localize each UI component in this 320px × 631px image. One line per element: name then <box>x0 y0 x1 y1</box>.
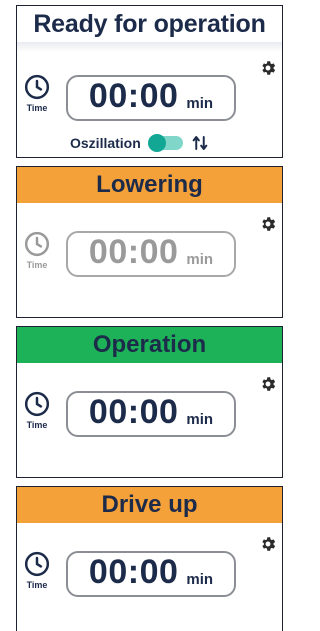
oscillation-toggle[interactable] <box>147 134 183 152</box>
time-indicator: Time <box>23 551 51 597</box>
status-panel-lowering: Lowering Time 00:00 min <box>16 166 283 318</box>
time-label: Time <box>26 103 48 113</box>
clock-icon <box>24 391 50 417</box>
clock-icon <box>24 551 50 577</box>
timer-value: 00:00 <box>88 233 179 271</box>
time-indicator: Time <box>23 74 51 120</box>
swap-vertical-icon <box>192 136 208 150</box>
panel-title: Drive up <box>17 487 282 523</box>
gear-icon[interactable] <box>259 535 277 553</box>
time-label: Time <box>26 420 48 430</box>
status-panel-ready: Ready for operation Time 00:00 min Oszil… <box>16 5 283 158</box>
panel-title: Lowering <box>17 167 282 203</box>
gear-icon[interactable] <box>259 215 277 233</box>
timer-unit: min <box>186 411 214 428</box>
timer-unit: min <box>186 251 214 268</box>
time-indicator: Time <box>23 391 51 437</box>
gear-icon[interactable] <box>259 59 277 77</box>
timer-value: 00:00 <box>88 553 179 591</box>
clock-icon <box>24 231 50 257</box>
timer-value: 00:00 <box>88 393 179 431</box>
timer-display: 00:00 min <box>66 75 236 121</box>
oscillation-label: Oszillation <box>70 135 141 151</box>
clock-icon <box>24 74 50 100</box>
timer-unit: min <box>186 571 214 588</box>
gear-icon[interactable] <box>259 375 277 393</box>
timer-unit: min <box>186 95 214 112</box>
timer-display: 00:00 min <box>66 551 236 597</box>
timer-value: 00:00 <box>88 77 179 115</box>
time-label: Time <box>26 260 48 270</box>
oscillation-control: Oszillation <box>70 134 209 152</box>
time-indicator: Time <box>23 231 51 277</box>
header-divider <box>17 42 282 52</box>
status-panel-operation: Operation Time 00:00 min <box>16 326 283 478</box>
panel-title: Operation <box>17 327 282 363</box>
panel-title: Ready for operation <box>17 6 282 42</box>
status-panel-drive-up: Drive up Time 00:00 min <box>16 486 283 631</box>
timer-display: 00:00 min <box>66 231 236 277</box>
timer-display: 00:00 min <box>66 391 236 437</box>
time-label: Time <box>26 580 48 590</box>
toggle-knob <box>147 134 166 152</box>
